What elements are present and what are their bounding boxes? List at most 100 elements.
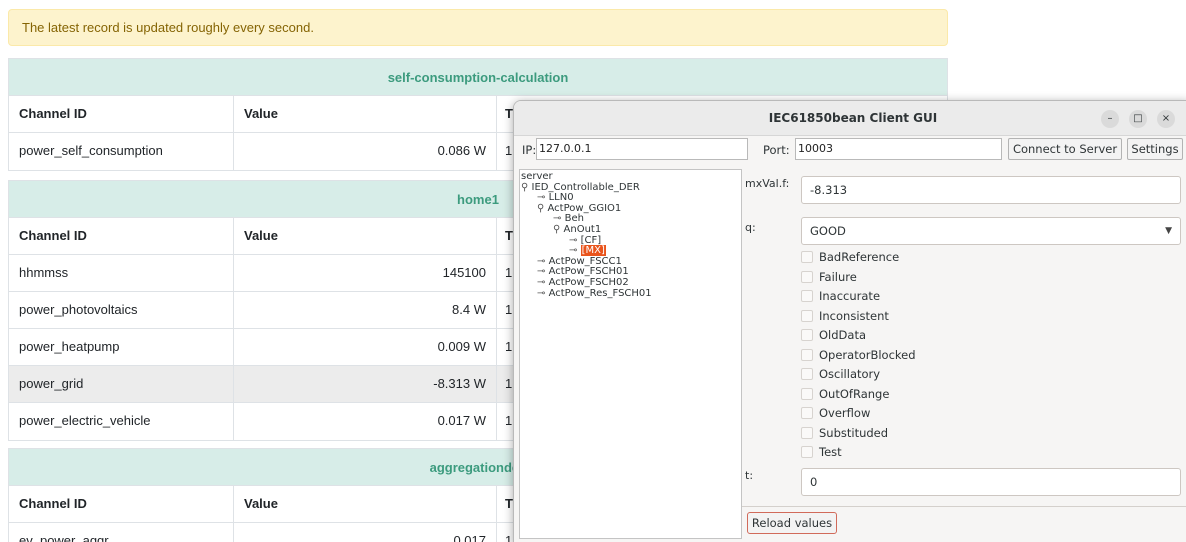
mxval-label: mxVal.f: [745,177,790,190]
settings-button[interactable]: Settings [1127,138,1183,160]
checkbox-box[interactable] [801,329,813,341]
t-label: t: [745,469,754,482]
tree-node-actpow-res-fsch01[interactable]: ⊸ ActPow_Res_FSCH01 [520,288,741,300]
checkbox-label: Substituded [819,425,889,440]
collapsed-node-icon[interactable]: ⊸ [537,256,545,267]
tree-node-label: AnOut1 [563,223,602,235]
checkbox-failure[interactable]: Failure [801,268,857,286]
close-button[interactable]: × [1157,110,1175,128]
client-gui-window: IEC61850bean Client GUI – □ × IP: 127.0.… [513,100,1186,542]
window-titlebar[interactable]: IEC61850bean Client GUI – □ × [514,101,1186,136]
column-header-channel: Channel ID [9,486,234,522]
cell-value: 8.4 W [234,292,497,328]
checkbox-inconsistent[interactable]: Inconsistent [801,307,889,325]
maximize-button[interactable]: □ [1129,110,1147,128]
checkbox-label: Test [819,445,842,459]
panel-divider [742,506,1186,507]
collapsed-node-icon[interactable]: ⊸ [537,266,545,278]
ip-input[interactable]: 127.0.0.1 [536,138,748,160]
cell-value: 145100 [234,255,497,291]
quality-select[interactable]: GOOD ▼ [801,217,1181,245]
cell-channel: power_grid [9,366,234,402]
checkbox-box[interactable] [801,426,813,439]
chevron-down-icon[interactable]: ▼ [1165,218,1172,244]
checkbox-label: Oscillatory [819,367,881,381]
expanded-node-icon[interactable]: ⚲ [537,203,544,214]
connect-button[interactable]: Connect to Server [1008,138,1122,160]
checkbox-box[interactable] [801,387,813,400]
collapsed-node-icon[interactable]: ⊸ [569,245,577,256]
collapsed-node-icon[interactable]: ⊸ [553,213,561,225]
reload-values-button[interactable]: Reload values [747,512,837,534]
tree-node-label: IED_Controllable_DER [531,181,640,193]
tree-node-cf[interactable]: ⊸ [CF] [520,234,741,247]
alert-text: The latest record is updated roughly eve… [22,20,314,35]
collapsed-node-icon[interactable]: ⊸ [537,192,545,203]
checkbox-old-data[interactable]: OldData [801,326,866,344]
desktop-screen: The latest record is updated roughly eve… [0,0,1186,542]
port-input[interactable]: 10003 [795,138,1002,160]
tree-node-label: ActPow_FSCH01 [548,266,629,278]
checkbox-overflow[interactable]: Overflow [801,404,870,422]
checkbox-box[interactable] [801,309,813,322]
cell-value: 0.009 W [234,329,497,365]
checkbox-label: Failure [819,269,857,284]
column-header-value: Value [234,96,497,132]
cell-channel: ev_power_aggr [9,523,234,542]
cell-channel: power_electric_vehicle [9,403,234,440]
cell-value: 0.017 [234,523,497,542]
checkbox-box[interactable] [801,446,813,458]
checkbox-box[interactable] [801,368,813,380]
checkbox-oscillatory[interactable]: Oscillatory [801,365,880,383]
checkbox-inaccurate[interactable]: Inaccurate [801,287,880,305]
port-label: Port: [763,143,790,157]
collapsed-node-icon[interactable]: ⊸ [569,235,577,246]
tree-node-label: server [521,171,553,182]
column-header-value: Value [234,218,497,254]
cell-value: -8.313 W [234,366,497,402]
collapsed-node-icon[interactable]: ⊸ [537,277,545,288]
tree-node-label-selected: [MX] [580,245,606,257]
info-alert: The latest record is updated roughly eve… [8,9,948,46]
tree-node-label: Beh [564,213,584,225]
model-tree[interactable]: server ⚲ IED_Controllable_DER ⊸ LLN0 ⚲ A… [519,169,742,539]
window-title: IEC61850bean Client GUI [768,111,938,125]
tree-node-label: ActPow_GGIO1 [547,202,622,214]
checkbox-box[interactable] [801,270,813,283]
tree-node-anout1[interactable]: ⚲ AnOut1 [520,223,741,236]
checkbox-box[interactable] [801,348,813,361]
checkbox-out-of-range[interactable]: OutOfRange [801,385,889,403]
q-label: q: [745,221,756,234]
cell-channel: hhmmss [9,255,234,291]
expanded-node-icon[interactable]: ⚲ [553,224,560,235]
table-title: self-consumption-calculation [9,59,947,96]
minimize-button[interactable]: – [1101,110,1119,128]
checkbox-label: BadReference [819,250,900,264]
expanded-node-icon[interactable]: ⚲ [521,182,528,193]
cell-channel: power_heatpump [9,329,234,365]
t-input[interactable]: 0 [801,468,1181,496]
checkbox-label: Overflow [819,406,871,420]
cell-value: 0.086 W [234,133,497,170]
checkbox-label: OldData [819,328,867,342]
mxval-input[interactable]: -8.313 [801,176,1181,204]
collapsed-node-icon[interactable]: ⊸ [537,288,545,299]
tree-node-label: [CF] [580,234,602,246]
checkbox-test[interactable]: Test [801,443,842,461]
tree-node-label: LLN0 [548,192,574,204]
column-header-channel: Channel ID [9,96,234,132]
ip-label: IP: [522,143,537,157]
checkbox-label: Inconsistent [819,308,889,323]
cell-value: 0.017 W [234,403,497,440]
quality-select-value: GOOD [810,224,846,238]
column-header-channel: Channel ID [9,218,234,254]
tree-node-label: ActPow_FSCC1 [548,255,622,267]
checkbox-box[interactable] [801,251,813,263]
checkbox-bad-reference[interactable]: BadReference [801,248,899,266]
checkbox-box[interactable] [801,407,813,419]
column-header-value: Value [234,486,497,522]
connection-toolbar: IP: 127.0.0.1 Port: 10003 Connect to Ser… [514,137,1186,163]
checkbox-substituded[interactable]: Substituded [801,424,888,442]
checkbox-box[interactable] [801,290,813,302]
checkbox-operator-blocked[interactable]: OperatorBlocked [801,346,916,364]
